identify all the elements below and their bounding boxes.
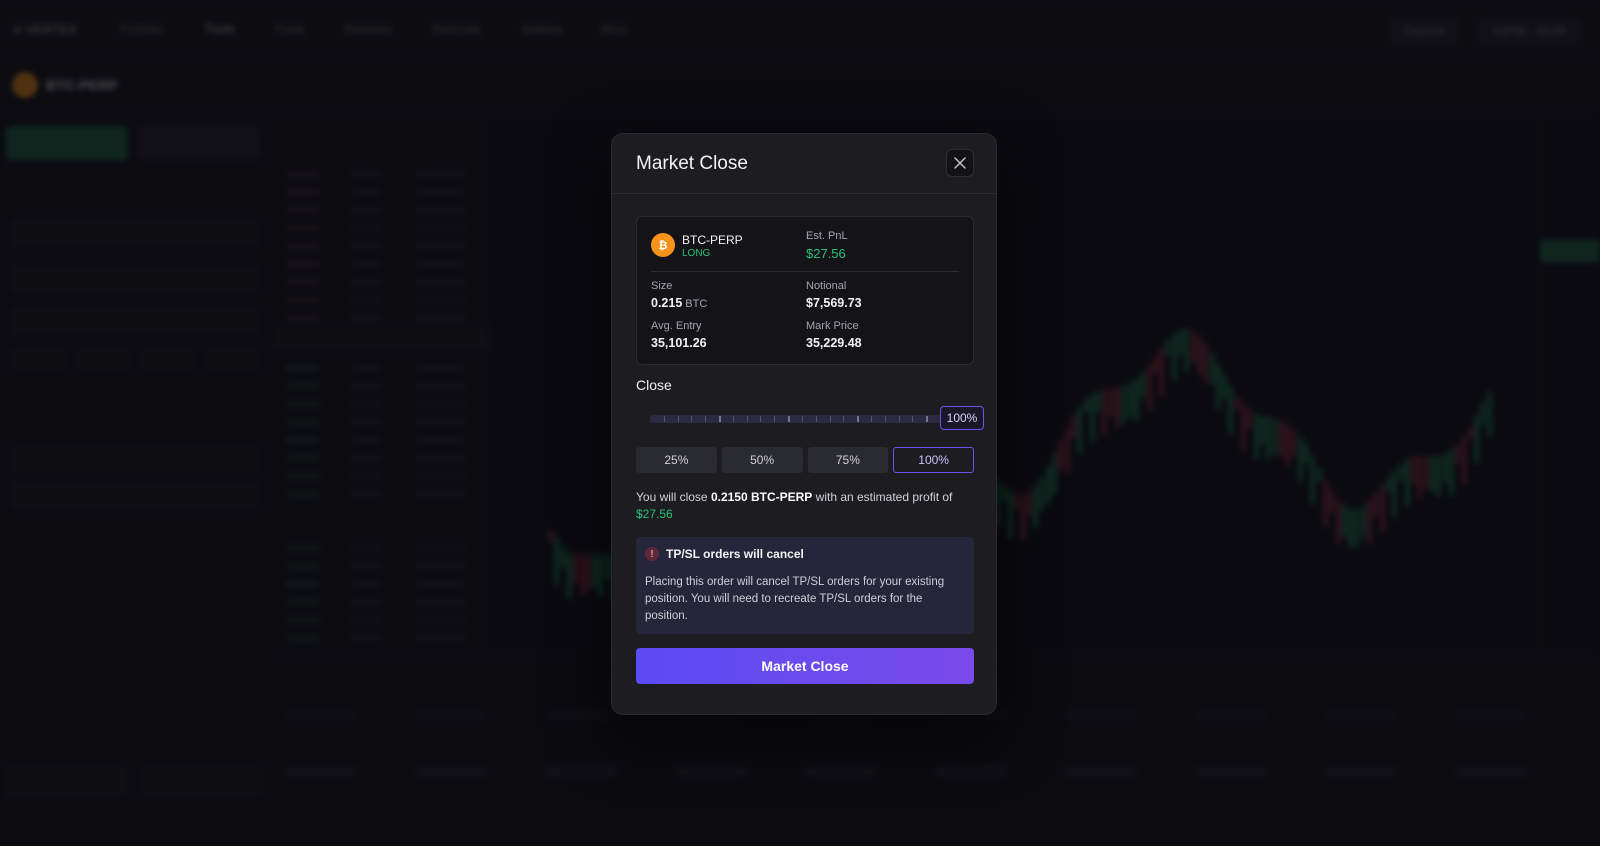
close-amount-slider[interactable] — [650, 415, 940, 423]
slider-tick — [857, 416, 860, 422]
close-summary-text: You will close 0.2150 BTC-PERP with an e… — [636, 490, 953, 521]
estimated-profit: $27.56 — [636, 507, 673, 521]
avg-entry-label: Avg. Entry — [651, 320, 702, 332]
slider-tick — [829, 416, 831, 422]
slider-tick — [870, 416, 872, 422]
size-unit: BTC — [685, 298, 708, 310]
slider-value-input[interactable]: 100% — [940, 406, 984, 430]
slider-tick — [677, 416, 679, 422]
tpsl-warning: ! TP/SL orders will cancel Placing this … — [636, 537, 974, 634]
slider-tick — [788, 416, 791, 422]
close-amount: 0.2150 BTC-PERP — [710, 490, 813, 504]
position-symbol: BTC-PERP — [682, 233, 743, 247]
warning-icon: ! — [645, 547, 659, 561]
size-label: Size — [651, 280, 673, 292]
size-value: 0.215 BTC — [651, 296, 707, 310]
slider-tick — [912, 416, 914, 422]
slider-tick — [774, 416, 776, 422]
slider-tick — [746, 416, 748, 422]
slider-tick — [843, 416, 845, 422]
market-close-modal: Market Close ₿ BTC-PERP LONG Est. PnL $2… — [611, 133, 997, 715]
slider-tick — [815, 416, 817, 422]
slider-tick — [732, 416, 734, 422]
close-icon — [954, 157, 966, 169]
percent-button-75[interactable]: 75% — [807, 447, 889, 473]
percent-button-25[interactable]: 25% — [636, 447, 717, 473]
slider-tick — [760, 416, 762, 422]
close-section-label: Close — [636, 377, 672, 393]
mark-price-value: 35,229.48 — [806, 336, 862, 350]
avg-entry-value: 35,101.26 — [651, 336, 707, 350]
percent-button-50[interactable]: 50% — [721, 447, 803, 473]
close-button[interactable] — [946, 149, 974, 177]
mark-price-label: Mark Price — [806, 320, 859, 332]
slider-tick — [898, 416, 900, 422]
notional-label: Notional — [806, 280, 847, 292]
position-summary-card: ₿ BTC-PERP LONG Est. PnL $27.56 Size 0.2… — [636, 216, 974, 365]
percent-buttons: 25% 50% 75% 100% — [636, 447, 974, 473]
slider-tick — [926, 416, 929, 422]
bitcoin-icon: ₿ — [651, 233, 675, 257]
slider-tick — [691, 416, 693, 422]
slider-tick — [801, 416, 803, 422]
pnl-label: Est. PnL — [806, 230, 848, 242]
card-divider — [651, 271, 959, 272]
market-close-button[interactable]: Market Close — [636, 648, 974, 684]
size-amount: 0.215 — [651, 296, 683, 310]
modal-header: Market Close — [612, 134, 996, 194]
warning-text: Placing this order will cancel TP/SL ord… — [645, 576, 945, 622]
pnl-value: $27.56 — [806, 246, 846, 261]
percent-button-100[interactable]: 100% — [893, 447, 974, 473]
slider-tick — [719, 416, 722, 422]
slider-tick — [663, 416, 665, 422]
position-side: LONG — [682, 248, 711, 259]
slider-tick — [884, 416, 886, 422]
modal-title: Market Close — [636, 153, 748, 174]
slider-tick — [705, 416, 707, 422]
warning-title: TP/SL orders will cancel — [666, 547, 804, 561]
notional-value: $7,569.73 — [806, 296, 862, 310]
svg-text:₿: ₿ — [659, 239, 668, 252]
